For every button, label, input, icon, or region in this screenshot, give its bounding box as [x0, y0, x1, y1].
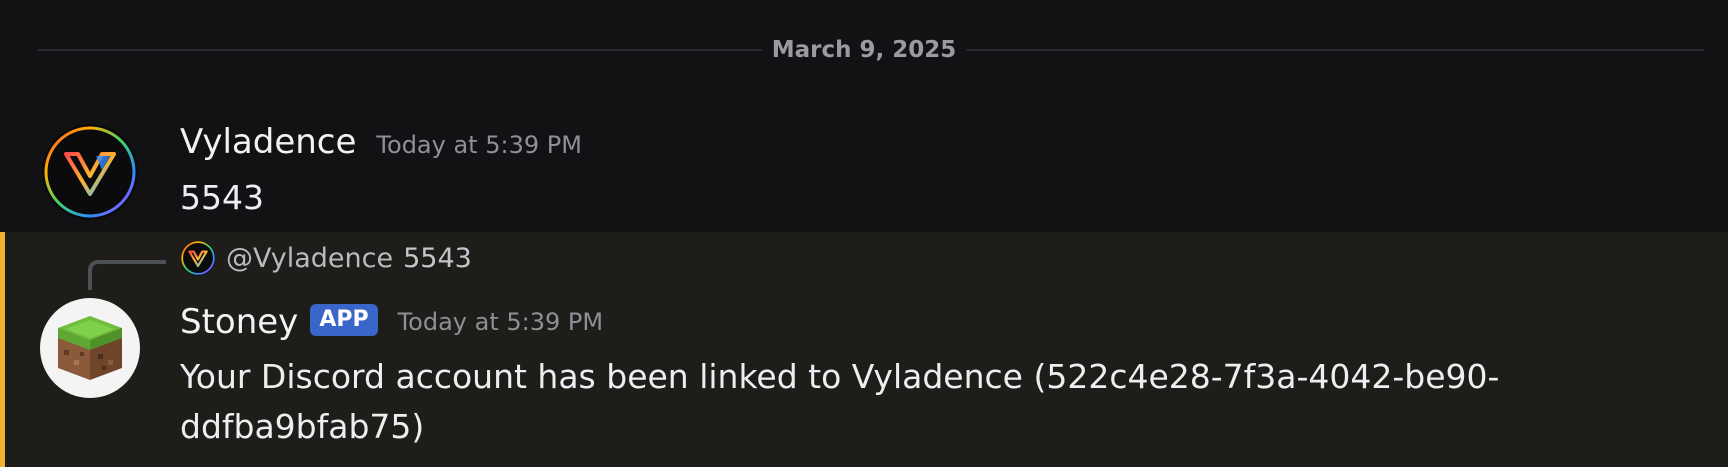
grass-block-icon[interactable]: [40, 298, 140, 398]
message-vyladence[interactable]: Vyladence Today at 5:39 PM 5543: [0, 104, 1728, 232]
message-content: Your Discord account has been linked to …: [180, 357, 1500, 446]
message-content: 5543: [180, 178, 264, 217]
username[interactable]: Stoney: [180, 302, 298, 342]
vyladence-logo-icon[interactable]: [40, 122, 140, 222]
mention-highlight-bar: [0, 232, 5, 467]
reply-connector: [88, 260, 166, 290]
reply-preview[interactable]: @Vyladence 5543: [180, 240, 472, 276]
reply-content: 5543: [403, 242, 472, 274]
divider-date-label: March 9, 2025: [761, 34, 967, 66]
vyladence-logo-icon: [180, 240, 216, 276]
username[interactable]: Vyladence: [180, 122, 356, 162]
app-badge: APP: [310, 304, 378, 336]
message-stoney[interactable]: @Vyladence 5543 Stoney APP Today at 5:39…: [0, 232, 1728, 467]
message-header: Stoney APP Today at 5:39 PM: [180, 302, 603, 342]
timestamp[interactable]: Today at 5:39 PM: [376, 131, 582, 159]
message-header: Vyladence Today at 5:39 PM: [180, 122, 582, 162]
timestamp[interactable]: Today at 5:39 PM: [398, 308, 604, 336]
reply-author[interactable]: @Vyladence: [226, 243, 393, 274]
